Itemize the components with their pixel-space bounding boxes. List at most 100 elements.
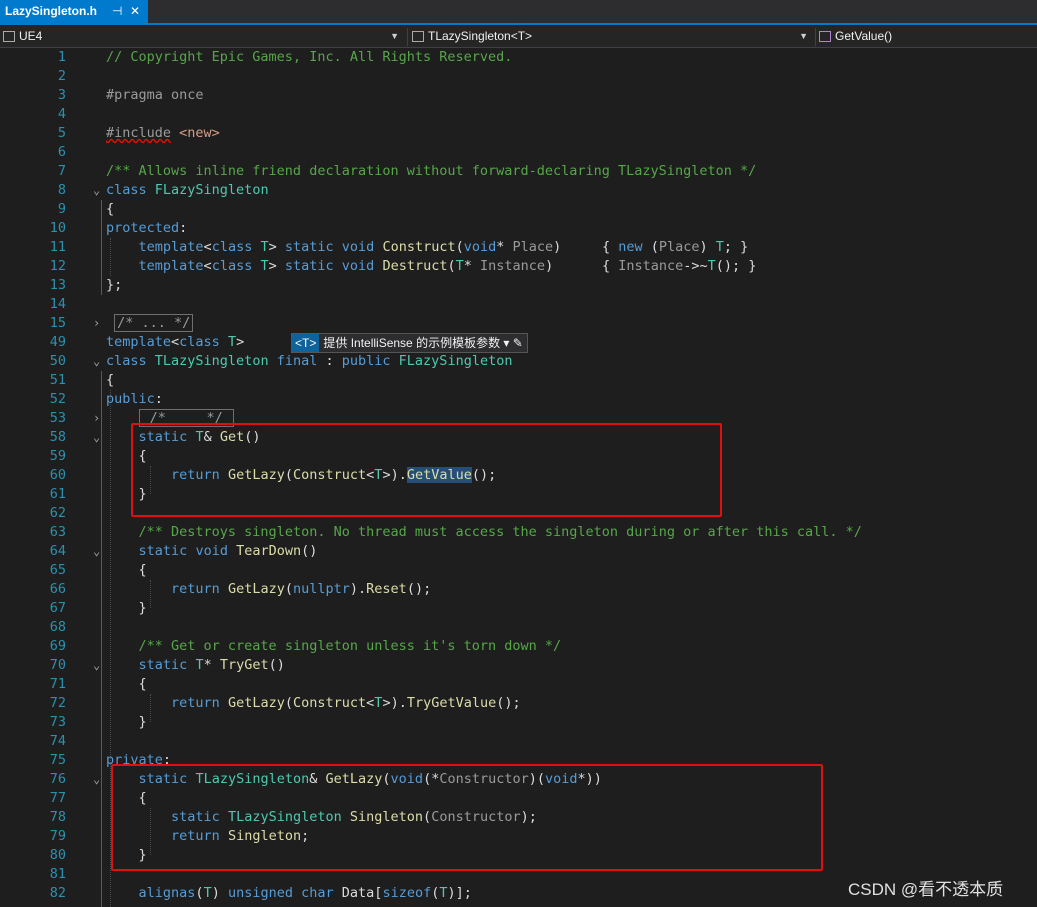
line-number: 5 <box>57 125 66 141</box>
code-line[interactable]: 12 template<class T> static void Destruc… <box>0 257 1037 276</box>
code-line[interactable]: 52 public: <box>0 390 1037 409</box>
code-line[interactable]: 51 { <box>0 371 1037 390</box>
code-token: class <box>211 239 253 255</box>
file-tab-title[interactable]: LazySingleton.h <box>5 4 97 18</box>
code-line[interactable]: 72 return GetLazy(Construct<T>).TryGetVa… <box>0 694 1037 713</box>
highlight-box-get <box>131 423 722 517</box>
fold-collapse-icon[interactable]: ⌄ <box>93 542 105 561</box>
code-token: #pragma once <box>106 87 204 103</box>
class-icon <box>412 31 424 42</box>
project-dropdown-value: UE4 <box>19 29 43 43</box>
code-token: T <box>203 885 212 901</box>
template-tag[interactable]: <T> <box>292 334 320 352</box>
code-token: ( <box>195 885 204 901</box>
fold-collapse-icon[interactable]: ⌄ <box>93 181 105 200</box>
line-number: 6 <box>57 144 66 160</box>
code-token: ) { <box>545 258 619 274</box>
code-line[interactable]: 14 <box>0 295 1037 314</box>
code-token: () <box>268 657 285 673</box>
code-line[interactable]: 68 <box>0 618 1037 637</box>
line-number: 12 <box>49 258 66 274</box>
code-token: < <box>171 334 180 350</box>
code-token: Construct <box>293 695 367 711</box>
line-number: 66 <box>49 581 66 597</box>
fold-collapse-icon[interactable]: ⌄ <box>93 352 105 371</box>
collapsed-region[interactable]: /* ... */ <box>114 314 194 332</box>
fold-collapse-icon[interactable]: ⌄ <box>93 656 105 675</box>
fold-expand-icon[interactable]: › <box>93 314 105 333</box>
fold-expand-icon[interactable]: › <box>93 409 105 428</box>
code-line[interactable]: 63 /** Destroys singleton. No thread mus… <box>0 523 1037 542</box>
code-token: ( <box>284 695 293 711</box>
code-line[interactable]: 11 template<class T> static void Constru… <box>0 238 1037 257</box>
code-line[interactable]: 15 › /* ... */ <box>0 314 1037 333</box>
code-token: * <box>463 258 481 274</box>
line-number: 1 <box>57 49 66 65</box>
file-tab[interactable]: LazySingleton.h ⊣ ✕ <box>0 0 148 23</box>
pin-icon[interactable]: ⊣ <box>112 0 122 23</box>
code-token: { <box>106 562 147 578</box>
navigation-bar: UE4 ▼ TLazySingleton<T> ▼ GetValue() <box>0 26 1037 48</box>
code-text: public: <box>106 390 163 409</box>
code-token: final <box>276 353 318 369</box>
code-token: // Copyright Epic Games, Inc. All Rights… <box>106 49 513 65</box>
chevron-down-icon: ▼ <box>799 31 808 41</box>
code-line[interactable]: 9{ <box>0 200 1037 219</box>
code-token: }; <box>106 277 123 293</box>
code-line[interactable]: 2 <box>0 67 1037 86</box>
code-line[interactable]: 67 } <box>0 599 1037 618</box>
chevron-down-icon[interactable]: ▾ <box>503 336 509 350</box>
project-dropdown[interactable]: UE4 ▼ <box>3 28 403 45</box>
code-token: char <box>301 885 334 901</box>
line-number: 4 <box>57 106 66 122</box>
code-token: <new> <box>179 125 220 141</box>
code-text: { <box>106 561 147 580</box>
code-line[interactable]: 3 #pragma once <box>0 86 1037 105</box>
code-line[interactable]: 7 /** Allows inline friend declaration wi… <box>0 162 1037 181</box>
code-line[interactable]: 70 ⌄ static T* TryGet() <box>0 656 1037 675</box>
code-token: new <box>618 239 643 255</box>
code-line[interactable]: 5 #include <new> <box>0 124 1037 143</box>
code-token: ) { <box>553 239 619 255</box>
code-line[interactable]: 64 ⌄ static void TearDown() <box>0 542 1037 561</box>
code-token: ). <box>349 581 367 597</box>
code-token: TryGetValue <box>406 695 497 711</box>
code-token: >). <box>382 695 407 711</box>
code-line[interactable]: 6 <box>0 143 1037 162</box>
code-token: public <box>106 391 155 407</box>
line-number: 73 <box>49 714 66 730</box>
code-text: // Copyright Epic Games, Inc. All Rights… <box>106 48 512 67</box>
code-text: /** Allows inline friend declaration wit… <box>106 162 756 181</box>
code-line[interactable]: 73 } <box>0 713 1037 732</box>
code-text: protected: <box>106 219 187 238</box>
code-line[interactable]: 71 { <box>0 675 1037 694</box>
code-line[interactable]: 13}; <box>0 276 1037 295</box>
line-number: 14 <box>49 296 66 312</box>
code-line[interactable]: 1 // Copyright Epic Games, Inc. All Right… <box>0 48 1037 67</box>
code-line[interactable]: 8 ⌄ class FLazySingleton <box>0 181 1037 200</box>
code-token: : <box>317 353 342 369</box>
code-token: Instance <box>480 258 546 274</box>
code-line[interactable]: 74 <box>0 732 1037 751</box>
code-line[interactable]: 50 ⌄ class TLazySingleton final : public F… <box>0 352 1037 371</box>
code-token: /** Destroys singleton. No thread must a… <box>138 524 862 540</box>
line-number: 68 <box>49 619 66 635</box>
fold-collapse-icon[interactable]: ⌄ <box>93 428 105 447</box>
code-line[interactable]: 10 protected: <box>0 219 1037 238</box>
code-line[interactable]: 66 return GetLazy(nullptr).Reset(); <box>0 580 1037 599</box>
member-dropdown[interactable]: GetValue() <box>819 28 1029 45</box>
code-line[interactable]: 65 { <box>0 561 1037 580</box>
code-line[interactable]: 4 <box>0 105 1037 124</box>
close-icon[interactable]: ✕ <box>130 0 140 23</box>
pencil-icon[interactable]: ✎ <box>513 336 523 350</box>
code-line[interactable]: 69 /** Get or create singleton unless it… <box>0 637 1037 656</box>
fold-collapse-icon[interactable]: ⌄ <box>93 770 105 789</box>
code-token: Reset <box>366 581 407 597</box>
scope-dropdown[interactable]: TLazySingleton<T> ▼ <box>412 28 812 45</box>
template-parameter-hint[interactable]: <T> 提供 IntelliSense 的示例模板参数 ▾ ✎ <box>291 333 528 353</box>
